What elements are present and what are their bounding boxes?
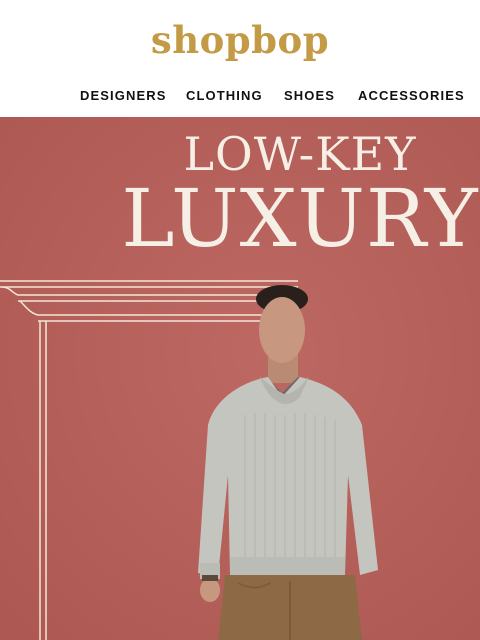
headline-luxury: LUXURY (121, 172, 479, 265)
headline-low-key: LOW-KEY (183, 127, 417, 181)
nav-accessories[interactable]: ACCESSORIES (358, 88, 465, 103)
nav-clothing[interactable]: CLOTHING (186, 88, 263, 103)
hero-banner[interactable]: LOW-KEY LUXURY (0, 117, 480, 640)
main-nav: DESIGNERS CLOTHING SHOES ACCESSORIES (0, 88, 480, 108)
model-photo (198, 285, 378, 640)
nav-shoes[interactable]: SHOES (284, 88, 335, 103)
shopbop-logo[interactable]: shopbop (0, 18, 480, 62)
header: shopbop DESIGNERS CLOTHING SHOES ACCESSO… (0, 0, 480, 117)
nav-designers[interactable]: DESIGNERS (80, 88, 166, 103)
email-page: shopbop DESIGNERS CLOTHING SHOES ACCESSO… (0, 0, 480, 640)
